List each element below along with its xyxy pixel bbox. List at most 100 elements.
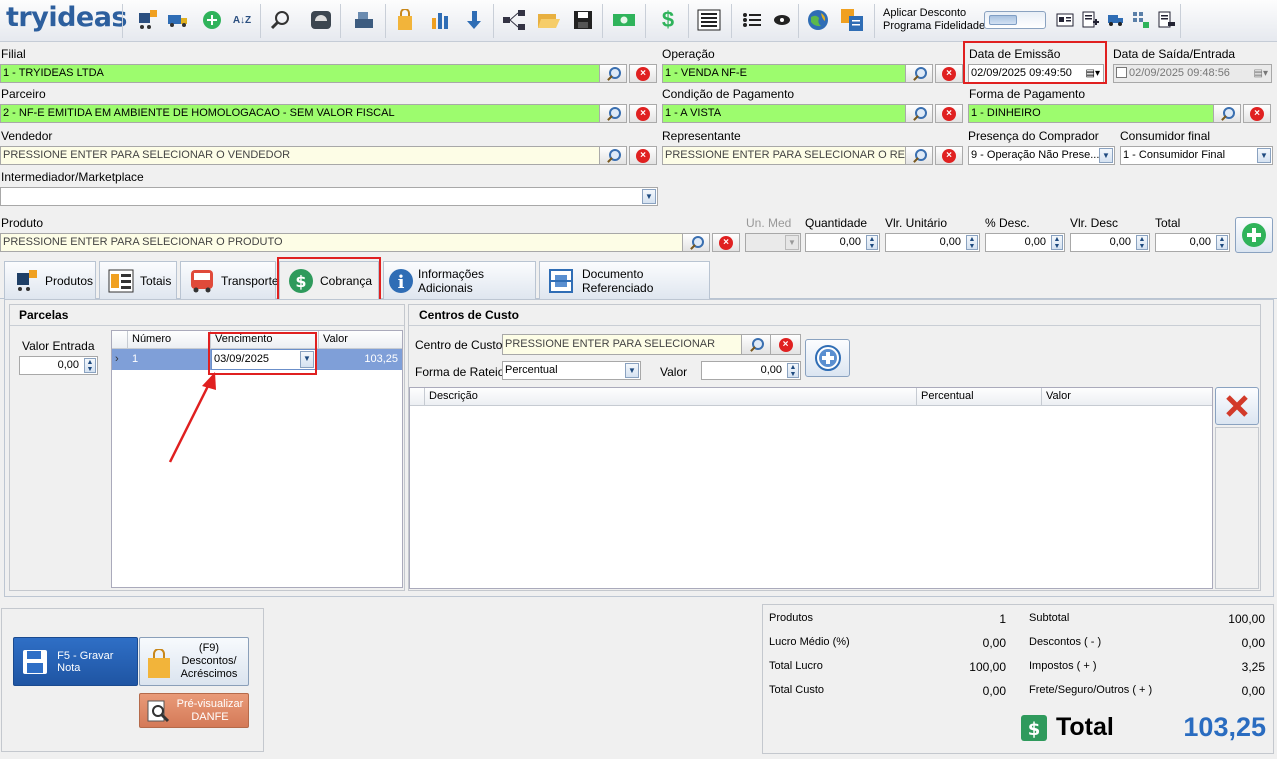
spinner-icon[interactable]: ▲ ▼ [866, 235, 878, 250]
save-icon[interactable] [571, 8, 595, 32]
truck-icon[interactable] [166, 8, 190, 32]
doc-edit-icon[interactable] [1154, 8, 1178, 32]
produto-field[interactable]: PRESSIONE ENTER PARA SELECIONAR O PRODUT… [0, 233, 683, 252]
close-icon: × [636, 106, 650, 121]
total-item-input[interactable]: 0,00 ▲ ▼ [1155, 233, 1230, 252]
percent-desc-input[interactable]: 0,00 ▲ ▼ [985, 233, 1065, 252]
presenca-select[interactable]: 9 - Operação Não Prese... ▼ [968, 146, 1115, 165]
eye-icon[interactable] [770, 8, 794, 32]
centro-custo-label: Centro de Custo [415, 338, 503, 352]
id-card-icon[interactable] [1053, 8, 1077, 32]
consumidor-select[interactable]: 1 - Consumidor Final ▼ [1120, 146, 1273, 165]
tab-documento-referenciado[interactable]: Documento Referenciado [539, 261, 710, 299]
globe-icon[interactable] [806, 8, 830, 32]
tab-informacoes-adicionais[interactable]: i Informações Adicionais [383, 261, 536, 299]
condicao-field[interactable]: 1 - A VISTA [662, 104, 906, 123]
vendedor-search-button[interactable] [599, 146, 627, 165]
preview-danfe-button[interactable]: Pré-visualizar DANFE [139, 693, 249, 728]
spinner-icon[interactable]: ▲ ▼ [84, 358, 96, 373]
spinner-icon[interactable]: ▲ ▼ [1216, 235, 1228, 250]
dollar-icon[interactable]: $ [656, 7, 680, 32]
quantidade-input[interactable]: 0,00 ▲ ▼ [805, 233, 880, 252]
centro-custo-field[interactable]: PRESSIONE ENTER PARA SELECIONAR [502, 334, 742, 355]
forma-pagamento-field[interactable]: 1 - DINHEIRO [968, 104, 1214, 123]
condicao-clear-button[interactable]: × [935, 104, 963, 123]
col-valor[interactable]: Valor [318, 331, 402, 349]
preview-label-1: Pré-visualizar [176, 697, 244, 710]
col-percentual[interactable]: Percentual [916, 388, 1041, 406]
add-centro-button[interactable] [805, 339, 850, 377]
tab-produtos[interactable]: Produtos [4, 261, 96, 299]
money-icon[interactable] [612, 8, 636, 32]
operacao-clear-button[interactable]: × [935, 64, 963, 83]
gravar-nota-button[interactable]: F5 - Gravar Nota [13, 637, 138, 686]
add-product-button[interactable] [1235, 217, 1273, 253]
calendar-icon[interactable]: ▤▾ [1254, 65, 1268, 82]
col-numero[interactable]: Número [127, 331, 220, 349]
intermediador-select[interactable]: ▼ [0, 187, 658, 206]
condicao-search-button[interactable] [905, 104, 933, 123]
parceiro-field[interactable]: 2 - NF-E EMITIDA EM AMBIENTE DE HOMOLOGA… [0, 104, 600, 123]
truck-small-icon[interactable] [1104, 8, 1128, 32]
col-centro-valor[interactable]: Valor [1041, 388, 1212, 406]
forma-rateio-select[interactable]: Percentual ▼ [502, 361, 641, 380]
spinner-icon[interactable]: ▲ ▼ [1136, 235, 1148, 250]
bar-chart-icon[interactable] [429, 8, 453, 32]
parceiro-clear-button[interactable]: × [629, 104, 657, 123]
cash-register-icon[interactable] [352, 8, 376, 32]
folder-open-icon[interactable] [537, 8, 561, 32]
spinner-icon[interactable]: ▲ ▼ [1051, 235, 1063, 250]
filial-field[interactable]: 1 - TRYIDEAS LTDA [0, 64, 600, 83]
transfer-icon[interactable] [840, 8, 864, 32]
tab-transporte[interactable]: Transporte [180, 261, 279, 299]
bag-icon[interactable] [393, 8, 417, 32]
loyalty-discount-toggle[interactable] [984, 11, 1046, 29]
plus-circle-icon[interactable] [200, 8, 224, 32]
filial-search-button[interactable] [599, 64, 627, 83]
valor-unitario-label: Vlr. Unitário [885, 216, 948, 230]
valor-entrada-input[interactable]: 0,00 ▲ ▼ [19, 356, 98, 375]
operacao-field[interactable]: 1 - VENDA NF-E [662, 64, 906, 83]
sort-az-icon[interactable]: A↓Z [230, 8, 254, 32]
grid-icon[interactable] [1129, 8, 1153, 32]
filial-clear-button[interactable]: × [629, 64, 657, 83]
gravar-nota-label: F5 - Gravar Nota [57, 649, 114, 674]
arrow-down-icon[interactable] [462, 8, 486, 32]
vendedor-field[interactable]: PRESSIONE ENTER PARA SELECIONAR O VENDED… [0, 146, 600, 165]
doc-add-icon[interactable] [1078, 8, 1102, 32]
forma-clear-button[interactable]: × [1243, 104, 1271, 123]
representante-search-button[interactable] [905, 146, 933, 165]
scale-icon[interactable] [309, 8, 333, 32]
parceiro-search-button[interactable] [599, 104, 627, 123]
hierarchy-icon[interactable] [502, 8, 526, 32]
vendedor-clear-button[interactable]: × [629, 146, 657, 165]
un-med-select: ▼ [745, 233, 801, 252]
col-descricao[interactable]: Descrição [424, 388, 916, 406]
representante-clear-button[interactable]: × [935, 146, 963, 165]
produto-search-button[interactable] [682, 233, 710, 252]
centro-clear-button[interactable]: × [770, 334, 801, 355]
rateio-valor-input[interactable]: 0,00 ▲ ▼ [701, 361, 801, 380]
operacao-search-button[interactable] [905, 64, 933, 83]
spinner-icon[interactable]: ▲ ▼ [787, 363, 799, 378]
centros-scrollbar[interactable] [1215, 427, 1259, 589]
descontos-button[interactable]: (F9) Descontos/ Acréscimos [139, 637, 249, 686]
consumidor-label: Consumidor final [1120, 129, 1211, 143]
representante-field[interactable]: PRESSIONE ENTER PARA SELECIONAR O REPRES [662, 146, 906, 165]
search-doc-icon[interactable] [268, 8, 292, 32]
list-icon[interactable] [740, 8, 764, 32]
spinner-icon[interactable]: ▲ ▼ [966, 235, 978, 250]
valor-desc-input[interactable]: 0,00 ▲ ▼ [1070, 233, 1150, 252]
tab-totais[interactable]: Totais [99, 261, 177, 299]
forma-search-button[interactable] [1213, 104, 1241, 123]
data-saida-checkbox[interactable] [1116, 67, 1127, 78]
centro-search-button[interactable] [741, 334, 771, 355]
delete-centro-button[interactable] [1215, 387, 1259, 425]
data-saida-field[interactable]: 02/09/2025 09:48:56 ▤▾ [1113, 64, 1272, 83]
cart-add-icon[interactable] [135, 8, 159, 32]
produto-clear-button[interactable]: × [712, 233, 740, 252]
barcode-icon[interactable] [697, 8, 721, 32]
toolbar-separator [1180, 4, 1181, 38]
valor-unitario-input[interactable]: 0,00 ▲ ▼ [885, 233, 980, 252]
quantidade-label: Quantidade [805, 216, 868, 230]
